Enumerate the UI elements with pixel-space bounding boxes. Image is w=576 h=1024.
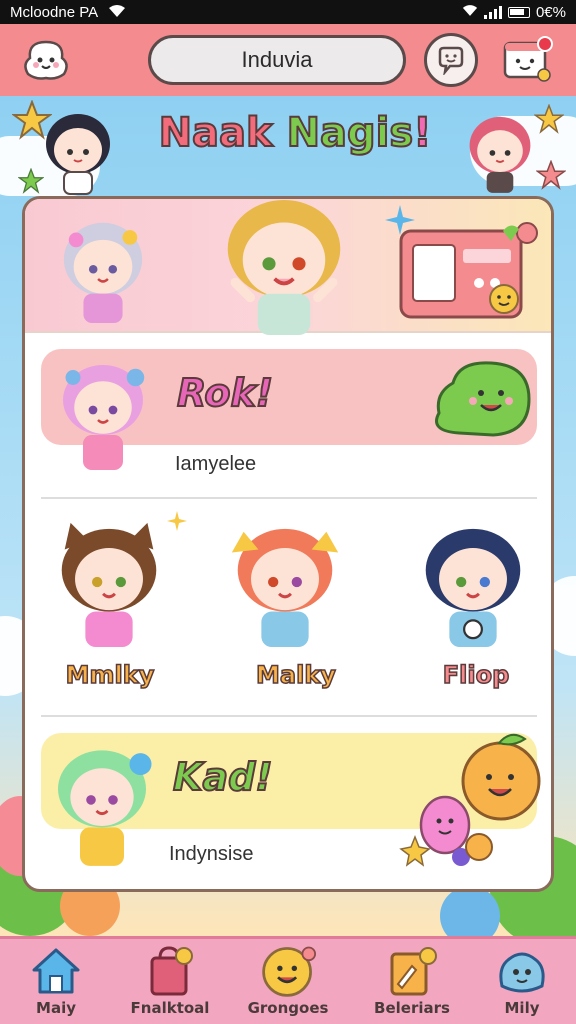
star-decoration	[534, 104, 564, 134]
app-header: Induvia	[0, 24, 576, 96]
nav-label-mily: Mily	[504, 999, 540, 1017]
nav-label-grongoes: Grongoes	[247, 999, 329, 1017]
chibi-character-avatar	[469, 116, 531, 193]
green-blob-mascot-icon	[435, 361, 531, 437]
nav-label-fnalktoal: Fnalktoal	[130, 999, 210, 1017]
nav-label-beleriars: Beleriars	[374, 999, 450, 1017]
nav-item-mily[interactable]: Mily	[472, 939, 572, 1024]
character-name-fliop[interactable]: Fliop	[411, 660, 541, 690]
battery-icon	[507, 6, 530, 18]
status-bar: Mcloodne PA 0€%	[0, 0, 576, 24]
kad-section-title: Kad!	[172, 754, 274, 800]
chibi-character-hero	[227, 200, 341, 335]
nav-item-fnalktoal[interactable]: Fnalktoal	[120, 939, 220, 1024]
search-input-value: Induvia	[241, 47, 313, 72]
title-exclaim: !	[412, 109, 432, 157]
notepad-icon	[384, 945, 440, 997]
wifi-icon	[108, 4, 126, 21]
section-divider	[41, 497, 537, 499]
chibi-character-fliop[interactable]	[413, 517, 533, 647]
smiley-icon	[260, 945, 316, 997]
hero-banner[interactable]	[25, 199, 551, 335]
signal-icon	[483, 5, 502, 19]
chibi-character-malky[interactable]	[225, 517, 345, 647]
game-console-icon	[399, 222, 538, 319]
mascot-icon	[494, 945, 550, 997]
sparkle-icon	[167, 511, 187, 531]
title-word-1: Naak	[158, 109, 274, 157]
chibi-character-mmlky[interactable]	[49, 517, 169, 647]
kad-section-subtitle: Indynsise	[169, 843, 254, 865]
bottom-navigation: Maiy Fnalktoal Grongoes Beleriars Mily	[0, 936, 576, 1024]
chat-bubble-icon	[438, 46, 464, 75]
title-word-2: Nagis	[286, 109, 415, 157]
search-input[interactable]: Induvia	[148, 35, 406, 85]
chibi-character-avatar	[63, 365, 145, 470]
chibi-character-avatar	[58, 750, 152, 866]
chibi-character-avatar	[63, 222, 143, 323]
wifi-icon	[462, 4, 478, 21]
section-divider	[41, 715, 537, 717]
ghost-mascot-icon	[24, 40, 68, 80]
rok-section-subtitle: Iamyelee	[175, 453, 257, 475]
carrier-label: Mcloodne PA	[10, 3, 99, 21]
notification-box-icon	[503, 36, 553, 82]
main-card: Rok! Iamyelee Mmlky Malky Fliop Kad! Ind…	[22, 196, 554, 892]
ghost-mascot-button[interactable]	[18, 32, 74, 88]
shop-bag-icon	[142, 945, 198, 997]
character-name-malky[interactable]: Malky	[231, 660, 361, 690]
nav-item-beleriars[interactable]: Beleriars	[362, 939, 462, 1024]
nav-label-maiy: Maiy	[36, 999, 76, 1017]
notifications-button[interactable]	[502, 35, 554, 85]
battery-label: 0€%	[535, 3, 566, 21]
app-title: Naak Nagis!	[145, 109, 445, 157]
chibi-character-avatar	[46, 114, 110, 195]
character-name-mmlky[interactable]: Mmlky	[45, 660, 175, 690]
chat-button[interactable]	[424, 33, 478, 87]
fruit-mascots-icon	[399, 733, 541, 867]
nav-item-grongoes[interactable]: Grongoes	[238, 939, 338, 1024]
star-decoration	[536, 160, 566, 190]
rok-section-title: Rok!	[176, 370, 274, 416]
nav-item-maiy[interactable]: Maiy	[6, 939, 106, 1024]
home-icon	[28, 945, 84, 997]
